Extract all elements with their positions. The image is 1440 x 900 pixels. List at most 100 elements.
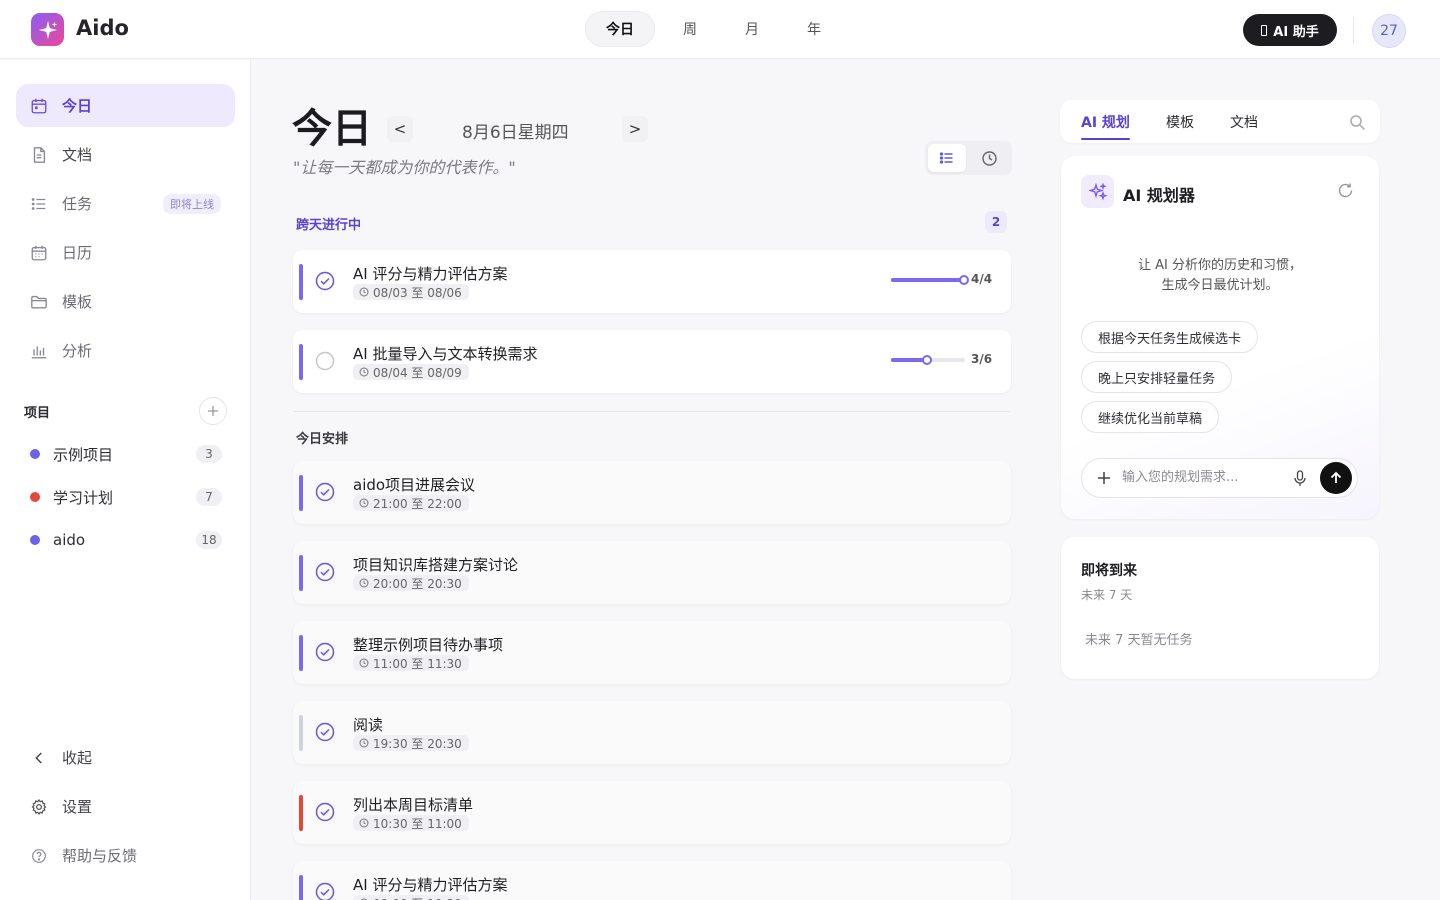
plus-icon[interactable]	[1096, 470, 1112, 486]
right-panel-tabs: AI 规划 模板 文档	[1060, 100, 1380, 143]
sidebar-item-label: 分析	[62, 342, 93, 360]
suggestion-chip[interactable]: 继续优化当前草稿	[1081, 401, 1220, 433]
tab-documents[interactable]: 文档	[1230, 112, 1258, 132]
planner-input[interactable]	[1122, 470, 1272, 485]
task-time-text: 09:00 至 10:30	[373, 895, 462, 900]
task-progress-text: 4/4	[971, 272, 993, 286]
task-time: 09:00 至 10:30	[353, 895, 469, 900]
avatar[interactable]: 27	[1372, 14, 1406, 48]
sidebar-item-label: 文档	[62, 146, 93, 164]
tab-year[interactable]: 年	[787, 11, 841, 47]
upcoming-empty-text: 未来 7 天暂无任务	[1085, 633, 1193, 648]
app-logo-icon[interactable]	[31, 13, 64, 46]
suggestion-chip[interactable]: 根据今天任务生成候选卡	[1081, 321, 1259, 353]
suggestion-chip[interactable]: 晚上只安排轻量任务	[1081, 361, 1233, 393]
task-time: 21:00 至 22:00	[353, 495, 469, 511]
check-circle-icon[interactable]	[315, 882, 335, 900]
tab-today[interactable]: 今日	[585, 11, 655, 47]
sidebar-item-templates[interactable]: 模板	[16, 280, 235, 323]
check-circle-icon[interactable]	[315, 271, 335, 291]
task-color-bar	[299, 264, 303, 300]
task-card[interactable]: 整理示例项目待办事项 11:00 至 11:30	[293, 621, 1011, 684]
today-section-title: 今日安排	[296, 432, 349, 447]
daily-quote: "让每一天都成为你的代表作。"	[293, 158, 516, 177]
project-count: 18	[196, 531, 222, 549]
task-card[interactable]: 阅读 19:30 至 20:30	[293, 701, 1011, 764]
sidebar-item-analytics[interactable]: 分析	[16, 329, 235, 372]
task-time: 19:30 至 20:30	[353, 735, 469, 751]
list-view-button[interactable]	[928, 144, 966, 172]
projects-heading: 项目	[24, 406, 51, 421]
search-icon[interactable]	[1349, 114, 1366, 131]
sidebar-item-today[interactable]: 今日	[16, 84, 235, 127]
project-item[interactable]: aido 18	[30, 529, 222, 551]
task-card[interactable]: 项目知识库搭建方案讨论 20:00 至 20:30	[293, 541, 1011, 604]
task-title: 项目知识库搭建方案讨论	[353, 556, 519, 574]
folder-icon	[31, 295, 47, 309]
check-circle-icon[interactable]	[315, 562, 335, 582]
timeline-view-button[interactable]	[970, 144, 1008, 172]
sidebar-item-documents[interactable]: 文档	[16, 133, 235, 176]
check-circle-icon[interactable]	[315, 642, 335, 662]
check-circle-icon[interactable]	[315, 722, 335, 742]
task-card[interactable]: 列出本周目标清单 10:30 至 11:00	[293, 781, 1011, 844]
task-progress-fill	[891, 355, 932, 365]
project-color-dot	[30, 492, 40, 502]
project-count: 7	[196, 488, 222, 506]
planner-description: 让 AI 分析你的历史和习惯，	[1138, 258, 1302, 273]
range-tabs: 今日 周 月 年	[585, 11, 841, 47]
task-time: 10:30 至 11:00	[353, 815, 469, 831]
microphone-icon[interactable]	[1293, 470, 1307, 487]
send-button[interactable]	[1320, 462, 1352, 494]
project-item[interactable]: 示例项目 3	[30, 443, 222, 465]
list-icon	[31, 197, 46, 210]
task-color-bar	[299, 344, 303, 380]
project-color-dot	[30, 449, 40, 459]
coming-soon-badge: 即将上线	[163, 194, 221, 214]
add-project-button[interactable]	[199, 397, 227, 425]
task-time-text: 21:00 至 22:00	[373, 496, 462, 511]
sidebar-item-calendar[interactable]: 日历	[16, 231, 235, 274]
task-color-bar	[299, 475, 303, 511]
refresh-icon[interactable]	[1337, 182, 1354, 199]
task-card[interactable]: AI 评分与精力评估方案09:00 至 10:30	[293, 861, 1011, 900]
tab-ai-planning[interactable]: AI 规划	[1081, 112, 1130, 140]
upcoming-subtitle: 未来 7 天	[1081, 588, 1133, 602]
sidebar-item-tasks[interactable]: 任务 即将上线	[16, 182, 235, 225]
task-time-text: 11:00 至 11:30	[373, 656, 462, 671]
collapse-sidebar-button[interactable]: 收起	[16, 736, 235, 779]
app-name: Aido	[76, 16, 129, 40]
sidebar-item-label: 模板	[62, 293, 93, 311]
prev-day-button[interactable]: <	[387, 116, 413, 142]
planner-title: AI 规划器	[1123, 186, 1195, 205]
empty-circle-icon[interactable]	[315, 351, 335, 371]
tab-week[interactable]: 周	[663, 11, 717, 47]
chevron-left-icon	[35, 752, 42, 763]
help-feedback-button[interactable]: 帮助与反馈	[16, 834, 235, 877]
task-time: 08/03 至 08/06	[353, 284, 469, 300]
settings-button[interactable]: 设置	[16, 785, 235, 828]
task-time-text: 08/03 至 08/06	[373, 285, 462, 300]
ai-assistant-button[interactable]: AI 助手	[1243, 14, 1337, 46]
calendar-icon	[31, 245, 47, 260]
tab-month[interactable]: 月	[725, 11, 779, 47]
task-color-bar	[299, 635, 303, 671]
list-icon	[939, 152, 953, 164]
task-card[interactable]: aido项目进展会议 21:00 至 22:00	[293, 461, 1011, 524]
tab-templates[interactable]: 模板	[1166, 112, 1194, 132]
calendar-today-icon	[31, 98, 47, 113]
task-card[interactable]: AI 批量导入与文本转换需求 08/04 至 08/09 3/6	[293, 330, 1011, 393]
project-name: aido	[53, 531, 86, 549]
panel-icon	[1261, 24, 1268, 36]
task-title: 列出本周目标清单	[353, 796, 474, 814]
plus-icon	[208, 406, 218, 416]
check-circle-icon[interactable]	[315, 482, 335, 502]
task-card[interactable]: AI 评分与精力评估方案 08/03 至 08/06 4/4	[293, 250, 1011, 313]
project-color-dot	[30, 535, 40, 545]
check-circle-icon[interactable]	[315, 802, 335, 822]
next-day-button[interactable]: >	[622, 116, 648, 142]
sidebar: 今日 文档 任务 即将上线 日历 模板 分析 项目 示例项目 3 学习计划 7 …	[0, 60, 251, 900]
project-item[interactable]: 学习计划 7	[30, 486, 222, 508]
divider	[1353, 17, 1354, 43]
clock-icon	[981, 150, 997, 166]
